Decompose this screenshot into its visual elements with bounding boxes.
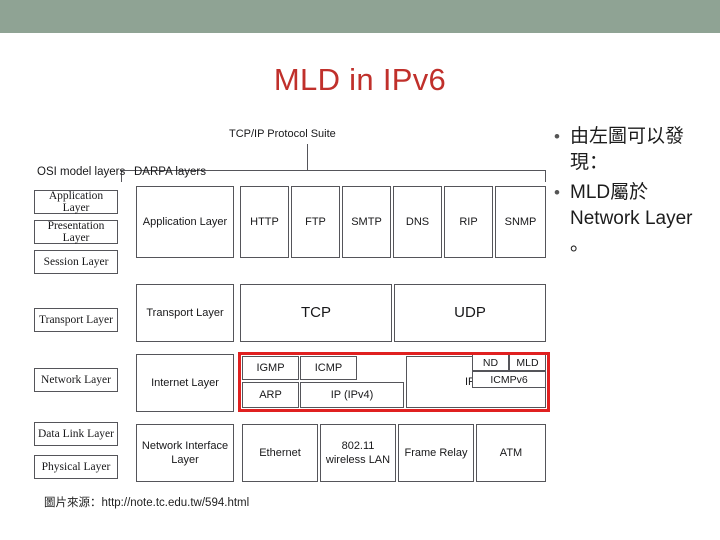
- darpa-layer-transport: Transport Layer: [136, 284, 234, 342]
- bullet-marker: •: [554, 127, 560, 146]
- osi-layer-presentation: Presentation Layer: [34, 220, 118, 244]
- protocol-dns: DNS: [393, 186, 442, 258]
- bullet-marker: •: [554, 183, 560, 202]
- darpa-column-header: DARPA layers: [134, 166, 207, 178]
- suite-bracket-stem: [307, 144, 308, 170]
- protocol-udp: UDP: [394, 284, 546, 342]
- darpa-layer-internet: Internet Layer: [136, 354, 234, 412]
- internet-layer-highlight: [238, 352, 550, 412]
- osi-layer-session: Session Layer: [34, 250, 118, 274]
- bullet-text: MLD屬於 Network Layer 。: [570, 182, 693, 255]
- osi-layer-network: Network Layer: [34, 368, 118, 392]
- osi-layer-physical: Physical Layer: [34, 455, 118, 479]
- darpa-layer-application: Application Layer: [136, 186, 234, 258]
- protocol-80211-wireless-lan: 802.11 wireless LAN: [320, 424, 396, 482]
- protocol-frame-relay: Frame Relay: [398, 424, 474, 482]
- source-note: 圖片來源：http://note.tc.edu.tw/594.html: [44, 497, 250, 509]
- protocol-ftp: FTP: [291, 186, 340, 258]
- osi-layer-datalink: Data Link Layer: [34, 422, 118, 446]
- page-title: MLD in IPv6: [273, 62, 447, 97]
- osi-column-header: OSI model layers: [37, 166, 126, 178]
- protocol-http: HTTP: [240, 186, 289, 258]
- protocol-smtp: SMTP: [342, 186, 391, 258]
- protocol-stack-figure: TCP/IP Protocol Suite OSI model layers D…: [26, 128, 550, 490]
- bullet-text: 由左圖可以發現：: [570, 126, 685, 173]
- protocol-snmp: SNMP: [495, 186, 546, 258]
- suite-bracket-right: [545, 170, 546, 182]
- slide-top-band: [0, 0, 720, 33]
- protocol-tcp: TCP: [240, 284, 392, 342]
- bullet-item: • MLD屬於 Network Layer 。: [548, 180, 714, 258]
- bullet-item: • 由左圖可以發現：: [548, 124, 714, 176]
- darpa-layer-network-interface: Network Interface Layer: [136, 424, 234, 482]
- suite-label: TCP/IP Protocol Suite: [229, 128, 336, 140]
- osi-layer-transport: Transport Layer: [34, 308, 118, 332]
- bullet-list: • 由左圖可以發現： • MLD屬於 Network Layer 。: [548, 124, 714, 262]
- protocol-ethernet: Ethernet: [242, 424, 318, 482]
- protocol-rip: RIP: [444, 186, 493, 258]
- osi-layer-application: Application Layer: [34, 190, 118, 214]
- protocol-atm: ATM: [476, 424, 546, 482]
